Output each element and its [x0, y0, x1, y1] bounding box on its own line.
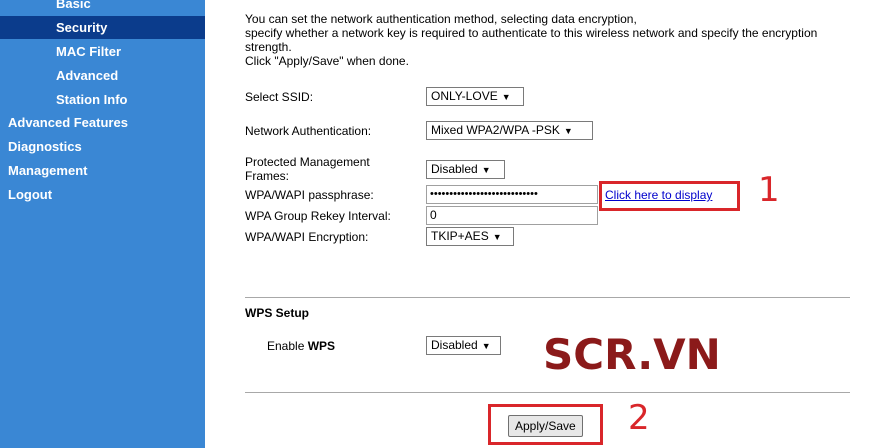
divider	[245, 297, 850, 298]
pmf-select[interactable]: Disabled ▼	[426, 160, 505, 179]
enable-wps-select-value: Disabled	[431, 338, 478, 352]
enable-wps-label-prefix: Enable	[267, 339, 308, 353]
divider	[245, 392, 850, 393]
encryption-select-value: TKIP+AES	[431, 229, 489, 243]
rekey-interval-label: WPA Group Rekey Interval:	[245, 209, 391, 223]
sidebar-item-mac-filter[interactable]: MAC Filter	[56, 44, 121, 59]
passphrase-label: WPA/WAPI passphrase:	[245, 188, 374, 202]
wps-setup-title: WPS Setup	[245, 306, 310, 320]
ssid-label: Select SSID:	[245, 90, 314, 104]
sidebar-item-advanced[interactable]: Advanced	[56, 68, 118, 83]
network-auth-select[interactable]: Mixed WPA2/WPA -PSK ▼	[426, 121, 593, 140]
rekey-interval-input[interactable]: 0	[426, 206, 598, 225]
ssid-select[interactable]: ONLY-LOVE ▼	[426, 87, 524, 106]
sidebar-item-management[interactable]: Management	[8, 163, 87, 178]
annotation-box-1	[599, 181, 740, 211]
sidebar-item-basic[interactable]: Basic	[56, 0, 91, 11]
sidebar-item-advanced-features[interactable]: Advanced Features	[8, 115, 128, 130]
sidebar-item-station-info[interactable]: Station Info	[56, 92, 128, 107]
enable-wps-select[interactable]: Disabled ▼	[426, 336, 501, 355]
chevron-down-icon: ▼	[563, 126, 573, 136]
chevron-down-icon: ▼	[492, 232, 502, 242]
sidebar-item-logout[interactable]: Logout	[8, 187, 52, 202]
chevron-down-icon: ▼	[481, 341, 491, 351]
annotation-number-1: 1	[758, 170, 780, 210]
sidebar-item-diagnostics[interactable]: Diagnostics	[8, 139, 82, 154]
network-auth-label: Network Authentication:	[245, 124, 372, 138]
enable-wps-label-bold: WPS	[307, 339, 336, 353]
chevron-down-icon: ▼	[501, 92, 511, 102]
pmf-select-value: Disabled	[431, 162, 478, 176]
intro-line-3: Click "Apply/Save" when done.	[245, 54, 409, 68]
encryption-label: WPA/WAPI Encryption:	[245, 230, 369, 244]
intro-text: You can set the network authentication m…	[245, 12, 845, 68]
main-content: You can set the network authentication m…	[205, 0, 882, 448]
network-auth-select-value: Mixed WPA2/WPA -PSK	[431, 123, 560, 137]
ssid-select-value: ONLY-LOVE	[431, 89, 498, 103]
sidebar: Basic Security MAC Filter Advanced Stati…	[0, 0, 205, 448]
watermark: SCR.VN	[543, 330, 721, 379]
passphrase-input[interactable]: ••••••••••••••••••••••••••••	[426, 185, 598, 204]
sidebar-item-security[interactable]: Security	[56, 20, 107, 35]
intro-line-2: specify whether a network key is require…	[245, 26, 818, 54]
annotation-number-2: 2	[628, 398, 650, 438]
encryption-select[interactable]: TKIP+AES ▼	[426, 227, 514, 246]
enable-wps-label: Enable WPS	[267, 339, 335, 353]
pmf-label: Protected Management Frames:	[245, 155, 370, 183]
annotation-box-2	[488, 404, 603, 445]
chevron-down-icon: ▼	[481, 165, 491, 175]
intro-line-1: You can set the network authentication m…	[245, 12, 637, 26]
